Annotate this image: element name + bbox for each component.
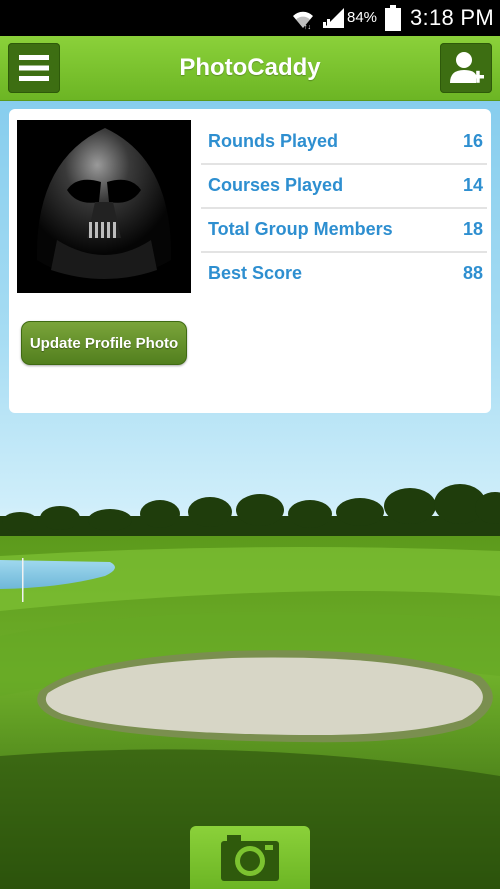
stat-row-rounds-played: Rounds Played 16 [201, 121, 487, 165]
stat-label: Best Score [208, 263, 303, 283]
stat-value: 18 [462, 219, 483, 239]
stats-list: Rounds Played 16 Courses Played 14 Total… [201, 121, 487, 295]
camera-button[interactable] [190, 826, 310, 889]
profile-photo [17, 120, 191, 293]
add-user-icon [450, 52, 484, 83]
camera-icon [221, 835, 279, 881]
wifi-icon: ↑↓ [293, 11, 313, 30]
stat-row-total-group-members: Total Group Members 18 [201, 209, 487, 253]
stat-label: Rounds Played [208, 131, 339, 151]
avatar[interactable] [17, 120, 191, 293]
stat-value: 14 [462, 175, 483, 195]
stat-label: Courses Played [208, 175, 344, 195]
title-bar: PhotoCaddy [0, 36, 500, 101]
stat-row-best-score: Best Score 88 [201, 253, 487, 295]
status-bar: ↑↓ 84% 3:18 PM [0, 0, 500, 36]
battery-icon [385, 5, 401, 31]
svg-text:↑↓: ↑↓ [304, 24, 311, 30]
stat-value: 16 [462, 131, 483, 151]
stat-value: 88 [462, 263, 483, 283]
stat-label: Total Group Members [208, 219, 393, 239]
update-profile-photo-button[interactable]: Update Profile Photo [21, 321, 187, 365]
stat-row-courses-played: Courses Played 14 [201, 165, 487, 209]
profile-card: Rounds Played 16 Courses Played 14 Total… [9, 109, 491, 413]
battery-percent: 84% [347, 9, 378, 26]
signal-icon [323, 8, 344, 28]
app-title: PhotoCaddy [179, 54, 321, 81]
add-user-button[interactable] [440, 43, 492, 93]
clock: 3:18 PM [410, 5, 495, 30]
